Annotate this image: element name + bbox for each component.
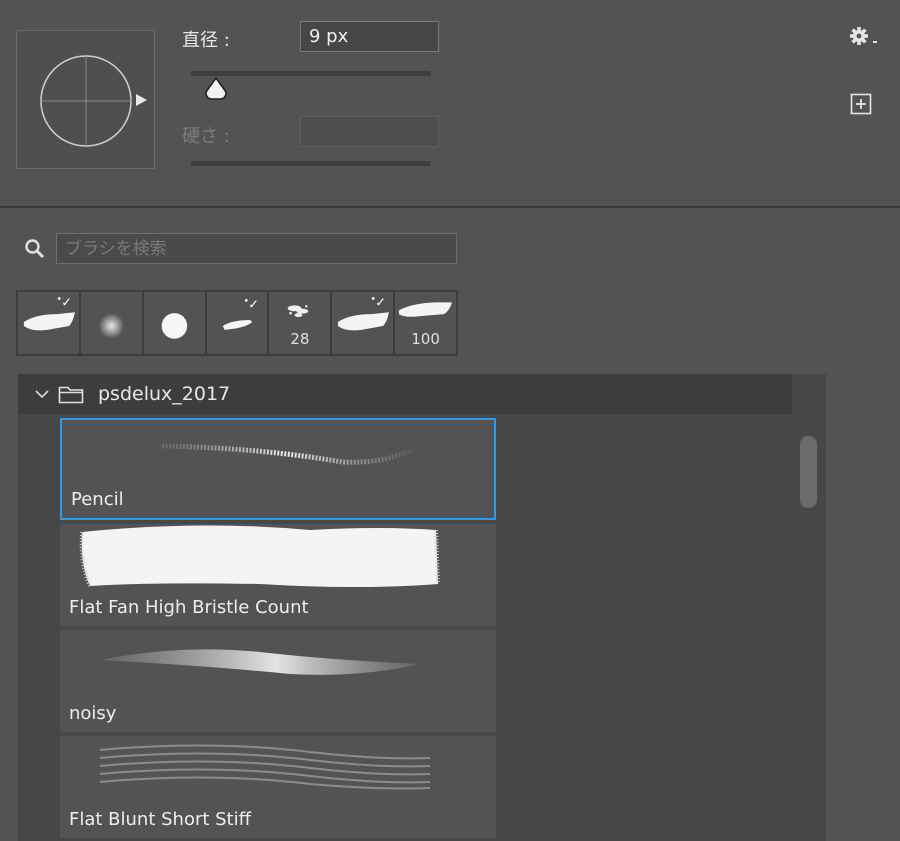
search-icon [24, 238, 46, 260]
new-brush-icon[interactable] [850, 93, 872, 115]
recent-brush-3[interactable] [143, 292, 205, 354]
brush-name: Pencil [71, 489, 124, 510]
svg-text:✓: ✓ [61, 295, 72, 310]
svg-text:✓: ✓ [248, 297, 259, 312]
brush-item-flat-blunt[interactable]: Flat Blunt Short Stiff [60, 736, 496, 838]
gear-icon[interactable] [848, 25, 882, 49]
brush-list: psdelux_2017 Pencil Flat Fan High Bristl… [18, 374, 826, 841]
angle-arrow-icon[interactable] [134, 92, 148, 108]
recent-brush-4[interactable]: ✓ [206, 292, 268, 354]
hardness-input[interactable] [300, 116, 439, 147]
hard-round-icon [161, 313, 187, 339]
brush-group-name: psdelux_2017 [98, 383, 231, 405]
brush-name: Flat Fan High Bristle Count [69, 597, 309, 618]
brush-name: noisy [69, 703, 117, 724]
noisy-stroke-preview [100, 649, 420, 675]
flat-stroke-icon: ✓ [23, 295, 75, 331]
flat-blunt-stroke-preview [99, 744, 431, 790]
pencil-stroke-preview [161, 443, 414, 465]
folder-icon [58, 386, 84, 404]
brush-item-pencil[interactable]: Pencil [60, 418, 496, 520]
recent-brush-5[interactable]: 28 [269, 292, 331, 354]
recent-brush-1[interactable]: ✓ [18, 292, 79, 354]
svg-text:✓: ✓ [375, 295, 386, 310]
chevron-down-icon[interactable] [34, 386, 50, 402]
recent-brush-2[interactable] [80, 292, 142, 354]
section-divider [0, 206, 900, 208]
recent-brush-count: 28 [290, 330, 310, 348]
flat-fan-stroke-preview [79, 525, 440, 587]
size-input[interactable] [300, 21, 439, 52]
brush-item-flat-fan[interactable]: Flat Fan High Bristle Count [60, 524, 496, 626]
size-label: 直径 : [182, 30, 230, 51]
scrollbar-thumb[interactable] [800, 436, 817, 508]
size-slider-thumb[interactable] [204, 76, 228, 102]
recent-brush-6[interactable]: ✓ [332, 292, 394, 354]
recent-brushes-bar: ✓ ✓ 28 ✓ 100 [16, 290, 458, 356]
flat-stroke-icon: ✓ [338, 295, 390, 331]
recent-brush-count: 100 [411, 330, 440, 348]
soft-round-icon [98, 313, 125, 339]
brush-group-header[interactable]: psdelux_2017 [18, 374, 792, 414]
hardness-label: 硬さ : [182, 126, 230, 147]
brush-item-noisy[interactable]: noisy [60, 630, 496, 732]
hardness-slider-track[interactable] [191, 161, 431, 166]
brush-search-input[interactable] [56, 233, 457, 264]
brush-name: Flat Blunt Short Stiff [69, 809, 252, 830]
small-stroke-icon: ✓ [222, 297, 259, 330]
recent-brush-7[interactable]: 100 [395, 292, 457, 354]
